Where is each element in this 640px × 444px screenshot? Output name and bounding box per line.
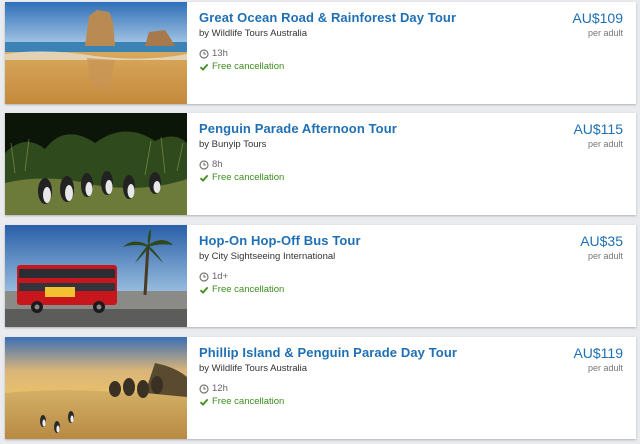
checkmark-icon — [199, 174, 209, 182]
duration-text: 13h — [212, 48, 228, 59]
tour-results-list: Great Ocean Road & Rainforest Day Tour b… — [0, 0, 640, 444]
tour-vendor: by Bunyip Tours — [199, 139, 267, 150]
tour-info: Great Ocean Road & Rainforest Day Tour b… — [187, 2, 636, 104]
clock-icon — [199, 384, 209, 394]
tour-duration: 13h — [199, 48, 636, 60]
price-block: AU$119 per adult — [573, 345, 623, 373]
tour-title-link[interactable]: Penguin Parade Afternoon Tour — [199, 121, 636, 136]
price-unit: per adult — [587, 139, 623, 149]
tour-thumbnail[interactable] — [5, 337, 187, 439]
tour-price: AU$115 — [573, 121, 623, 137]
tour-duration: 8h — [199, 159, 636, 171]
checkmark-icon — [199, 63, 209, 71]
clock-icon — [199, 160, 209, 170]
tour-price: AU$109 — [572, 10, 623, 26]
price-block: AU$115 per adult — [573, 121, 623, 149]
cancellation-text: Free cancellation — [212, 172, 285, 183]
checkmark-icon — [199, 398, 209, 406]
price-unit: per adult — [587, 28, 623, 38]
tour-vendor: by Wildlife Tours Australia — [199, 28, 308, 39]
tour-thumbnail[interactable] — [5, 225, 187, 327]
tour-card[interactable]: Phillip Island & Penguin Parade Day Tour… — [5, 337, 636, 439]
tour-duration: 1d+ — [199, 271, 636, 283]
cancellation-text: Free cancellation — [212, 284, 285, 295]
tour-title-link[interactable]: Great Ocean Road & Rainforest Day Tour — [199, 10, 636, 25]
tour-card[interactable]: Hop-On Hop-Off Bus Tour by City Sightsee… — [5, 225, 636, 327]
cancellation-badge: Free cancellation — [199, 172, 636, 184]
cancellation-text: Free cancellation — [212, 396, 285, 407]
cancellation-text: Free cancellation — [212, 61, 285, 72]
tour-thumbnail[interactable] — [5, 2, 187, 104]
checkmark-icon — [199, 286, 209, 294]
tour-duration: 12h — [199, 383, 636, 395]
duration-text: 12h — [212, 383, 228, 394]
cancellation-badge: Free cancellation — [199, 61, 636, 73]
tour-title-link[interactable]: Hop-On Hop-Off Bus Tour — [199, 233, 636, 248]
tour-card[interactable]: Penguin Parade Afternoon Tour by Bunyip … — [5, 113, 636, 215]
tour-info: Penguin Parade Afternoon Tour by Bunyip … — [187, 113, 636, 215]
price-unit: per adult — [587, 251, 623, 261]
tour-price: AU$35 — [580, 233, 623, 249]
tour-vendor: by City Sightseeing International — [199, 251, 336, 262]
clock-icon — [199, 49, 209, 59]
tour-vendor: by Wildlife Tours Australia — [199, 363, 308, 374]
cancellation-badge: Free cancellation — [199, 396, 636, 408]
price-block: AU$35 per adult — [580, 233, 623, 261]
duration-text: 8h — [212, 159, 223, 170]
tour-info: Hop-On Hop-Off Bus Tour by City Sightsee… — [187, 225, 636, 327]
duration-text: 1d+ — [212, 271, 229, 282]
tour-card[interactable]: Great Ocean Road & Rainforest Day Tour b… — [5, 2, 636, 104]
tour-thumbnail[interactable] — [5, 113, 187, 215]
price-block: AU$109 per adult — [572, 10, 623, 38]
cancellation-badge: Free cancellation — [199, 284, 636, 296]
clock-icon — [199, 272, 209, 282]
price-unit: per adult — [587, 363, 623, 373]
tour-info: Phillip Island & Penguin Parade Day Tour… — [187, 337, 636, 439]
tour-price: AU$119 — [573, 345, 623, 361]
tour-title-link[interactable]: Phillip Island & Penguin Parade Day Tour — [199, 345, 636, 360]
